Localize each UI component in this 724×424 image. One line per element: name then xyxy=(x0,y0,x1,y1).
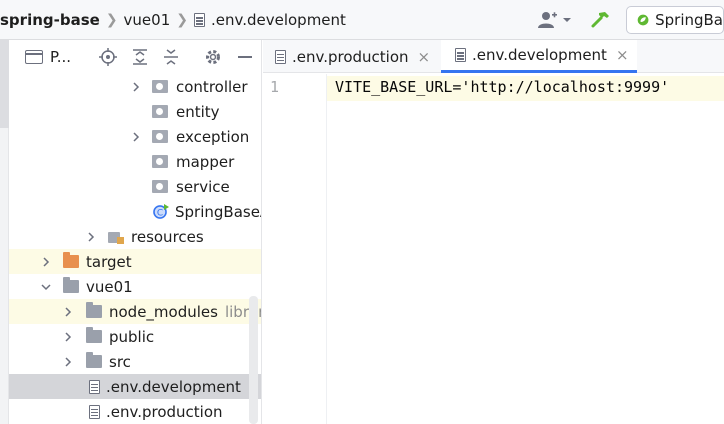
build-hammer-icon[interactable] xyxy=(590,9,612,31)
chevron-right-icon: ❯ xyxy=(105,12,118,28)
chevron-right-icon: ❯ xyxy=(176,12,188,28)
package-icon xyxy=(152,105,168,118)
tree-item-exception[interactable]: exception xyxy=(9,124,261,149)
code-line[interactable]: VITE_BASE_URL='http://localhost:9999' xyxy=(335,78,669,96)
tree-item-node-modules[interactable]: node_modules librar xyxy=(9,299,261,324)
editor-gutter xyxy=(263,74,327,424)
tree-item-label: exception xyxy=(176,127,250,146)
chevron-right-icon[interactable] xyxy=(131,81,141,92)
breadcrumb: spring-base ❯ vue01 ❯ .env.development xyxy=(0,0,346,40)
project-tool-tab[interactable] xyxy=(0,40,9,128)
chevron-right-icon[interactable] xyxy=(41,256,51,267)
user-icon xyxy=(538,12,557,28)
tree-item-label: mapper xyxy=(176,152,235,171)
package-icon xyxy=(152,155,168,168)
breadcrumb-folder[interactable]: vue01 xyxy=(124,11,171,29)
tab-label: .env.production xyxy=(292,47,409,66)
project-view-icon xyxy=(25,50,43,64)
file-icon xyxy=(89,404,100,419)
excluded-folder-icon xyxy=(63,252,79,268)
tree-item-label: vue01 xyxy=(86,277,133,296)
tree-item-label: .env.production xyxy=(106,402,223,421)
resources-folder-icon xyxy=(108,230,124,244)
run-configuration-selector[interactable]: SpringBa xyxy=(626,6,724,34)
chevron-right-icon[interactable] xyxy=(86,231,96,242)
project-panel: P... controller entity exception mapper … xyxy=(9,40,262,424)
editor-area: .env.production × .env.development × 1 V… xyxy=(263,40,724,424)
package-icon xyxy=(152,180,168,193)
breadcrumb-project[interactable]: spring-base xyxy=(0,11,100,29)
tree-item-controller[interactable]: controller xyxy=(9,74,261,99)
collapse-all-icon[interactable] xyxy=(162,48,180,66)
tree-item-target[interactable]: target xyxy=(9,249,261,274)
tree-item-entity[interactable]: entity xyxy=(9,99,261,124)
tree-item-label: SpringBaseA xyxy=(175,202,262,221)
chevron-right-icon[interactable] xyxy=(63,306,73,317)
tree-item-label: target xyxy=(86,252,132,271)
breadcrumb-file[interactable]: .env.development xyxy=(211,11,346,29)
chevron-right-icon[interactable] xyxy=(63,331,73,342)
project-scrollbar[interactable] xyxy=(249,296,258,424)
project-panel-header: P... xyxy=(9,40,261,74)
tab-env-production[interactable]: .env.production × xyxy=(263,40,441,73)
tree-item-env-production[interactable]: .env.production xyxy=(9,399,261,424)
gear-icon[interactable] xyxy=(204,48,222,66)
file-icon xyxy=(275,49,286,64)
tree-item-public[interactable]: public xyxy=(9,324,261,349)
tree-item-env-development[interactable]: .env.development xyxy=(9,374,261,399)
file-icon xyxy=(193,13,205,27)
folder-icon xyxy=(86,327,102,343)
tab-env-development[interactable]: .env.development × xyxy=(441,40,637,73)
tree-item-label: .env.development xyxy=(106,377,241,396)
chevron-down-icon xyxy=(563,18,571,22)
file-icon xyxy=(455,48,466,62)
chevron-right-icon[interactable] xyxy=(131,131,141,142)
tree-item-label: src xyxy=(109,352,131,371)
tree-item-mapper[interactable]: mapper xyxy=(9,149,261,174)
tree-item-label: controller xyxy=(176,77,248,96)
vcs-user-button[interactable] xyxy=(538,11,572,29)
editor-tab-bar: .env.production × .env.development × xyxy=(263,40,724,73)
minimize-icon[interactable] xyxy=(236,48,254,66)
close-icon[interactable]: × xyxy=(418,48,431,66)
file-icon xyxy=(89,379,100,394)
folder-icon xyxy=(63,277,79,293)
expand-all-icon[interactable] xyxy=(131,48,149,66)
tab-label: .env.development xyxy=(472,46,607,64)
chevron-right-icon[interactable] xyxy=(63,356,73,367)
run-configuration-label: SpringBa xyxy=(655,11,723,29)
package-icon xyxy=(152,130,168,143)
tree-item-resources[interactable]: resources xyxy=(9,224,261,249)
folder-icon xyxy=(86,302,102,318)
navigation-bar: spring-base ❯ vue01 ❯ .env.development S… xyxy=(0,0,724,40)
spring-boot-icon xyxy=(637,14,649,26)
tree-item-label: entity xyxy=(176,102,220,121)
tree-item-label: service xyxy=(176,177,230,196)
folder-icon xyxy=(86,352,102,368)
tree-item-src[interactable]: src xyxy=(9,349,261,374)
svg-text:C: C xyxy=(157,208,163,218)
tree-item-label: public xyxy=(109,327,155,346)
close-icon[interactable]: × xyxy=(616,46,629,64)
tree-item-springbaseapplication[interactable]: C SpringBaseA xyxy=(9,199,262,224)
left-tool-strip xyxy=(0,40,9,424)
tree-item-vue01[interactable]: vue01 xyxy=(9,274,261,299)
locate-icon[interactable] xyxy=(99,48,117,66)
package-icon xyxy=(152,80,168,93)
tree-item-service[interactable]: service xyxy=(9,174,261,199)
tree-item-label: node_modules xyxy=(109,302,218,321)
tree-item-label: resources xyxy=(131,227,204,246)
chevron-down-icon[interactable] xyxy=(41,282,51,292)
line-number: 1 xyxy=(270,78,280,96)
spring-class-icon: C xyxy=(153,203,169,219)
project-panel-title[interactable]: P... xyxy=(50,48,71,66)
